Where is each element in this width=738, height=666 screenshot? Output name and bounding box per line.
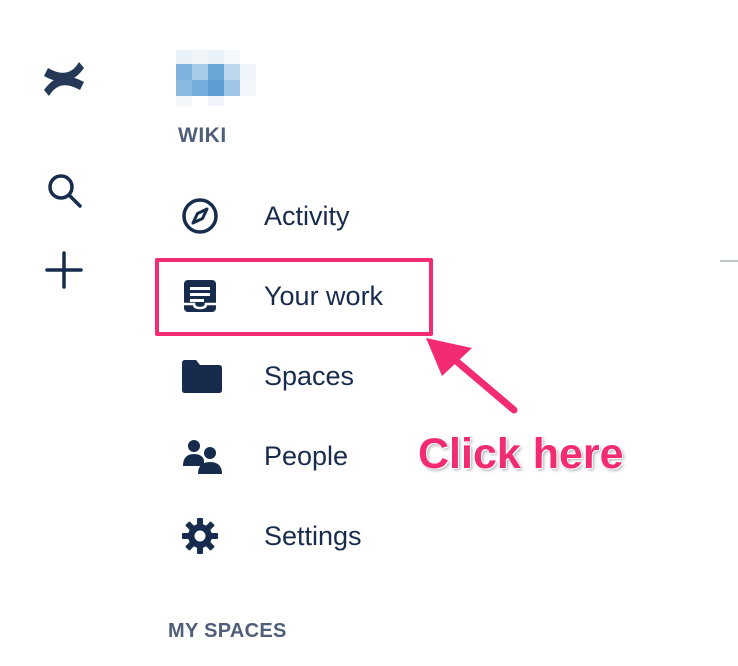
gear-icon (180, 512, 232, 560)
plus-icon[interactable] (44, 250, 84, 290)
nav-item-activity[interactable]: Activity (180, 188, 420, 244)
nav-item-people[interactable]: People (180, 428, 420, 484)
folder-icon (180, 352, 232, 400)
nav-item-label: People (264, 440, 349, 471)
nav-item-label: Spaces (264, 360, 355, 391)
my-spaces-heading: MY SPACES (168, 620, 287, 642)
people-icon (180, 432, 232, 480)
nav-item-label: Activity (264, 200, 350, 231)
divider (720, 260, 738, 262)
nav-item-your-work[interactable]: Your work (180, 268, 420, 324)
confluence-logo-icon[interactable] (40, 56, 88, 102)
nav-item-settings[interactable]: Settings (180, 508, 420, 564)
space-avatar[interactable] (160, 38, 272, 112)
document-tray-icon (180, 272, 232, 320)
space-name: WIKI (178, 124, 227, 147)
search-icon[interactable] (44, 170, 84, 210)
nav-item-spaces[interactable]: Spaces (180, 348, 420, 404)
compass-icon (180, 192, 232, 240)
arrow-annotation-icon (418, 330, 528, 420)
nav-item-label: Your work (264, 280, 384, 311)
callout-text: Click here (418, 430, 624, 478)
nav-item-label: Settings (264, 520, 362, 551)
